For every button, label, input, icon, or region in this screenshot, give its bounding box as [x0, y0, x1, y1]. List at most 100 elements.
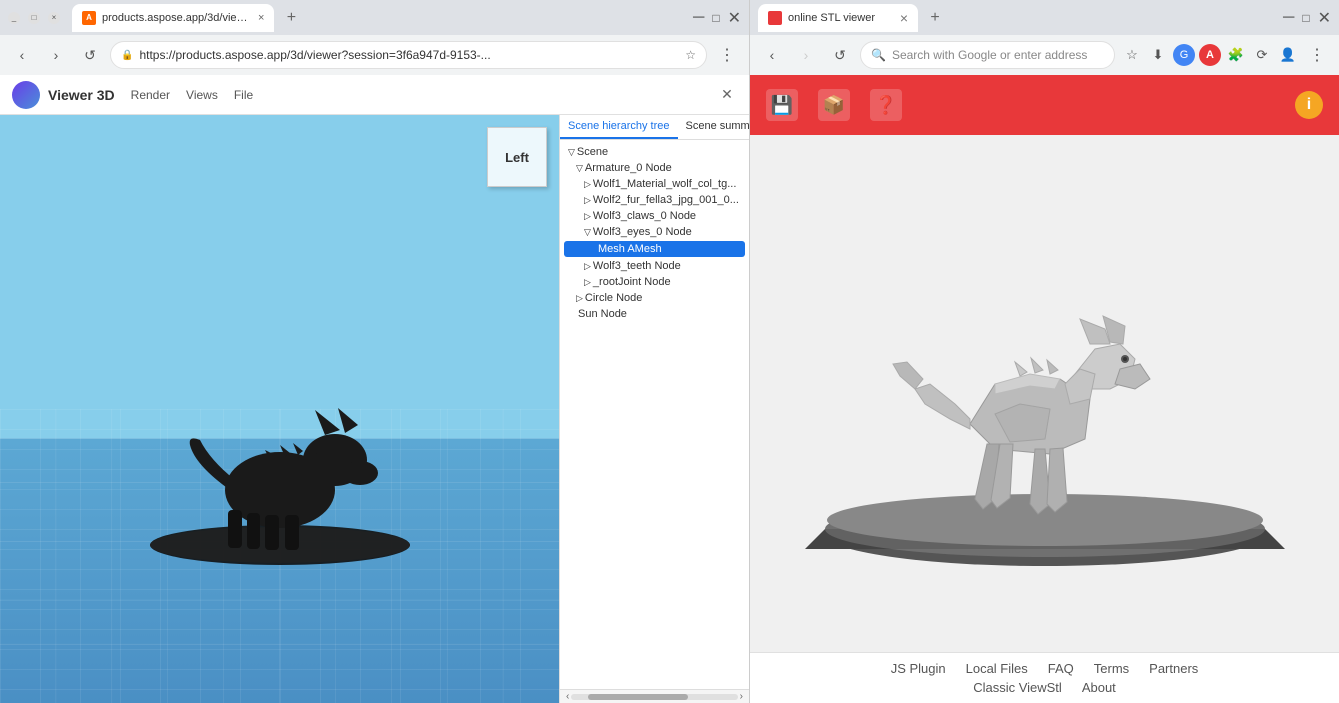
tree-item-wolf3-teeth[interactable]: ▷ Wolf3_teeth Node	[560, 258, 749, 274]
scroll-left-btn[interactable]: ‹	[564, 691, 571, 702]
app-logo	[12, 81, 40, 109]
tree-label-wolf3-teeth: Wolf3_teeth Node	[593, 260, 681, 272]
scrollbar-track[interactable]	[571, 694, 737, 700]
arrow-icon: ▷	[584, 179, 591, 190]
nav-cube[interactable]: Left	[487, 127, 547, 187]
right-tab-close-btn[interactable]: ×	[900, 10, 908, 26]
tab-scene-summary[interactable]: Scene summary	[678, 115, 750, 139]
stl-3d-viewport[interactable]	[750, 135, 1339, 652]
footer-link-partners[interactable]: Partners	[1149, 661, 1198, 676]
stl-toolbar: 💾 📦 ❓ i	[750, 75, 1339, 135]
stl-save-btn[interactable]: 💾	[766, 89, 798, 121]
nav-cube-label: Left	[505, 150, 529, 165]
stl-footer-links-row1: JS Plugin Local Files FAQ Terms Partners	[766, 661, 1323, 676]
bookmark-icon[interactable]: ☆	[1121, 44, 1143, 66]
tree-item-wolf1[interactable]: ▷ Wolf1_Material_wolf_col_tg...	[560, 176, 749, 192]
scene-hierarchy-label: Scene hierarchy tree	[568, 120, 670, 132]
footer-link-about[interactable]: About	[1082, 680, 1116, 695]
maximize-btn[interactable]: □	[28, 12, 40, 24]
footer-link-classic[interactable]: Classic ViewStl	[973, 680, 1062, 695]
minimize-icon[interactable]: ─	[693, 9, 704, 27]
tree-item-rootjoint[interactable]: ▷ _rootJoint Node	[560, 274, 749, 290]
account-icon[interactable]: 👤	[1277, 44, 1299, 66]
right-tab-title: online STL viewer	[788, 12, 875, 24]
active-tab[interactable]: A products.aspose.app/3d/view... ×	[72, 4, 274, 32]
back-btn[interactable]: ‹	[8, 41, 36, 69]
viewer-main: Left	[0, 115, 749, 703]
scrollbar-thumb[interactable]	[588, 694, 688, 700]
tree-item-sun[interactable]: Sun Node	[560, 306, 749, 322]
footer-link-js-plugin[interactable]: JS Plugin	[891, 661, 946, 676]
tree-label-scene: Scene	[577, 146, 608, 158]
close-icon[interactable]: ✕	[728, 8, 741, 28]
footer-link-terms[interactable]: Terms	[1094, 661, 1129, 676]
close-btn-window[interactable]: ×	[48, 12, 60, 24]
new-tab-btn[interactable]: +	[278, 5, 304, 31]
menu-views[interactable]: Views	[186, 88, 218, 102]
arrow-icon: ▷	[584, 195, 591, 206]
browser-menu-btn[interactable]: ⋮	[713, 41, 741, 69]
right-url-bar[interactable]: 🔍 Search with Google or enter address	[860, 41, 1115, 69]
scene-scrollbar[interactable]: ‹ ›	[560, 689, 749, 703]
tree-item-circle[interactable]: ▷ Circle Node	[560, 290, 749, 306]
refresh-btn[interactable]: ↺	[76, 41, 104, 69]
stl-box-btn[interactable]: 📦	[818, 89, 850, 121]
right-minimize-icon[interactable]: ─	[1283, 9, 1294, 27]
right-tab-favicon	[768, 11, 782, 25]
url-bar[interactable]: 🔒 https://products.aspose.app/3d/viewer?…	[110, 41, 707, 69]
tree-item-scene[interactable]: ▽ Scene	[560, 144, 749, 160]
left-tab-bar: _ □ × A products.aspose.app/3d/view... ×…	[0, 0, 749, 35]
restore-icon[interactable]: □	[712, 11, 719, 25]
right-forward-btn[interactable]: ›	[792, 41, 820, 69]
app-close-btn[interactable]: ✕	[717, 85, 737, 105]
right-restore-icon[interactable]: □	[1302, 11, 1309, 25]
tree-item-armature[interactable]: ▽ Armature_0 Node	[560, 160, 749, 176]
tree-label-mesh-amesh: Mesh AMesh	[598, 243, 662, 255]
right-back-btn[interactable]: ‹	[758, 41, 786, 69]
tab-scene-hierarchy[interactable]: Scene hierarchy tree	[560, 115, 678, 139]
tree-item-wolf2[interactable]: ▷ Wolf2_fur_fella3_jpg_001_0...	[560, 192, 749, 208]
stl-footer-links-row2: Classic ViewStl About	[766, 680, 1323, 695]
right-browser-chrome: online STL viewer × + ─ □ ✕ ‹ › ↺ 🔍 Sear…	[750, 0, 1339, 75]
right-active-tab[interactable]: online STL viewer ×	[758, 4, 918, 32]
right-close-icon[interactable]: ✕	[1318, 8, 1331, 28]
sync-icon[interactable]: ⟳	[1251, 44, 1273, 66]
forward-btn[interactable]: ›	[42, 41, 70, 69]
scene-summary-label: Scene summary	[686, 120, 750, 132]
tree-label-wolf3-eyes: Wolf3_eyes_0 Node	[593, 226, 692, 238]
footer-link-local-files[interactable]: Local Files	[966, 661, 1028, 676]
tree-label-wolf2: Wolf2_fur_fella3_jpg_001_0...	[593, 194, 739, 206]
tree-item-mesh-amesh[interactable]: Mesh AMesh	[564, 241, 745, 257]
wolf-silhouette	[120, 305, 440, 585]
profile-icon[interactable]: G	[1173, 44, 1195, 66]
arrow-icon: ▽	[584, 227, 591, 238]
addon-icon[interactable]: A	[1199, 44, 1221, 66]
right-browser-menu-btn[interactable]: ⋮	[1303, 41, 1331, 69]
stl-help-btn[interactable]: ❓	[870, 89, 902, 121]
scene-panel-tabs: Scene hierarchy tree Scene summary	[560, 115, 749, 140]
download-icon[interactable]: ⬇	[1147, 44, 1169, 66]
scroll-right-btn[interactable]: ›	[738, 691, 745, 702]
tree-item-wolf3-claws[interactable]: ▷ Wolf3_claws_0 Node	[560, 208, 749, 224]
extensions-icon[interactable]: 🧩	[1225, 44, 1247, 66]
app-title: Viewer 3D	[48, 87, 115, 103]
minimize-btn[interactable]: _	[8, 12, 20, 24]
tab-close-btn[interactable]: ×	[258, 12, 264, 24]
info-icon: i	[1307, 96, 1311, 114]
arrow-icon: ▷	[584, 261, 591, 272]
right-new-tab-btn[interactable]: +	[922, 5, 948, 31]
stl-info-badge[interactable]: i	[1295, 91, 1323, 119]
arrow-icon: ▷	[584, 277, 591, 288]
menu-file[interactable]: File	[234, 88, 253, 102]
arrow-icon: ▷	[576, 293, 583, 304]
star-icon[interactable]: ☆	[685, 48, 696, 62]
stl-wolf-render	[795, 204, 1295, 584]
right-refresh-btn[interactable]: ↺	[826, 41, 854, 69]
3d-viewport[interactable]: Left	[0, 115, 559, 703]
menu-render[interactable]: Render	[131, 88, 170, 102]
left-browser-chrome: _ □ × A products.aspose.app/3d/view... ×…	[0, 0, 749, 75]
stl-help-icon: ❓	[870, 89, 902, 121]
tree-item-wolf3-eyes[interactable]: ▽ Wolf3_eyes_0 Node	[560, 224, 749, 240]
footer-link-faq[interactable]: FAQ	[1048, 661, 1074, 676]
tree-label-wolf1: Wolf1_Material_wolf_col_tg...	[593, 178, 736, 190]
